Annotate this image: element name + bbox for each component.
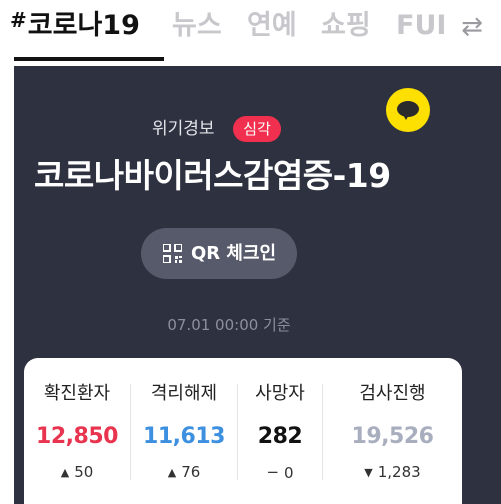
tab-news[interactable]: 뉴스 bbox=[172, 8, 222, 44]
swap-arrows-icon[interactable]: ⇄ bbox=[455, 10, 489, 44]
stat-testing[interactable]: 검사진행 19,526 ▼ 1,283 bbox=[323, 358, 462, 504]
stat-testing-label: 검사진행 bbox=[359, 383, 426, 404]
stat-released-change: ▲ 76 bbox=[131, 461, 237, 484]
tab-entertainment-label: 연예 bbox=[247, 10, 297, 41]
stat-confirmed-change-value: 50 bbox=[74, 463, 94, 481]
active-tab-underline bbox=[14, 57, 164, 61]
qr-code-icon bbox=[163, 244, 182, 263]
stat-testing-change-value: 1,283 bbox=[377, 463, 421, 481]
stat-released-label: 격리해제 bbox=[150, 383, 218, 404]
tab-fun-label: FUI bbox=[396, 10, 447, 41]
stat-testing-value: 19,526 bbox=[351, 424, 434, 449]
tab-shopping-label: 쇼핑 bbox=[321, 10, 371, 41]
stat-confirmed-label: 확진환자 bbox=[43, 383, 111, 404]
tab-covid19-label: 코로나19 bbox=[27, 10, 140, 41]
kakao-bubble-tail bbox=[402, 113, 410, 120]
category-tab-bar: #코로나19 뉴스 연예 쇼핑 FUI ⇄ bbox=[0, 0, 501, 62]
stat-released-value: 11,613 bbox=[143, 424, 225, 449]
stat-testing-change: ▼ 1,283 bbox=[323, 461, 462, 484]
stat-deaths-value: 282 bbox=[257, 424, 303, 449]
tab-news-label: 뉴스 bbox=[172, 10, 222, 41]
stat-released-change-value: 76 bbox=[181, 463, 201, 481]
tab-fun[interactable]: FUI bbox=[396, 8, 450, 44]
qr-checkin-button[interactable]: QR 체크인 bbox=[141, 228, 297, 279]
up-arrow-icon: ▲ bbox=[60, 466, 70, 479]
stat-deaths[interactable]: 사망자 282 −0 bbox=[238, 358, 322, 504]
stats-card: 확진환자 12,850 ▲ 50 격리해제 11,613 ▲ 76 사망자 282 … bbox=[24, 358, 462, 504]
qr-checkin-label: QR 체크인 bbox=[191, 243, 277, 264]
alert-level-label: 위기경보 bbox=[152, 119, 215, 139]
stat-deaths-change: −0 bbox=[238, 461, 322, 484]
alert-level-badge: 심각 bbox=[233, 116, 281, 142]
stat-confirmed[interactable]: 확진환자 12,850 ▲ 50 bbox=[24, 358, 130, 504]
stat-released[interactable]: 격리해제 11,613 ▲ 76 bbox=[131, 358, 237, 504]
stat-deaths-change-value: 0 bbox=[284, 464, 294, 482]
down-arrow-icon: ▼ bbox=[364, 466, 373, 479]
data-timestamp: 07.01 00:00 기준 bbox=[167, 316, 291, 334]
dash-icon: − bbox=[266, 463, 280, 481]
stat-confirmed-change: ▲ 50 bbox=[24, 461, 130, 484]
disease-title: 코로나바이러스감염증-19 bbox=[34, 156, 391, 195]
tab-covid19[interactable]: #코로나19 bbox=[10, 8, 140, 44]
stat-deaths-label: 사망자 bbox=[255, 383, 305, 404]
up-arrow-icon: ▲ bbox=[167, 466, 177, 479]
kakao-talk-icon[interactable] bbox=[386, 88, 430, 132]
stat-confirmed-value: 12,850 bbox=[36, 424, 118, 449]
tab-hash-mark: # bbox=[10, 8, 27, 32]
tab-entertainment[interactable]: 연예 bbox=[247, 8, 297, 44]
tab-shopping[interactable]: 쇼핑 bbox=[321, 8, 371, 44]
